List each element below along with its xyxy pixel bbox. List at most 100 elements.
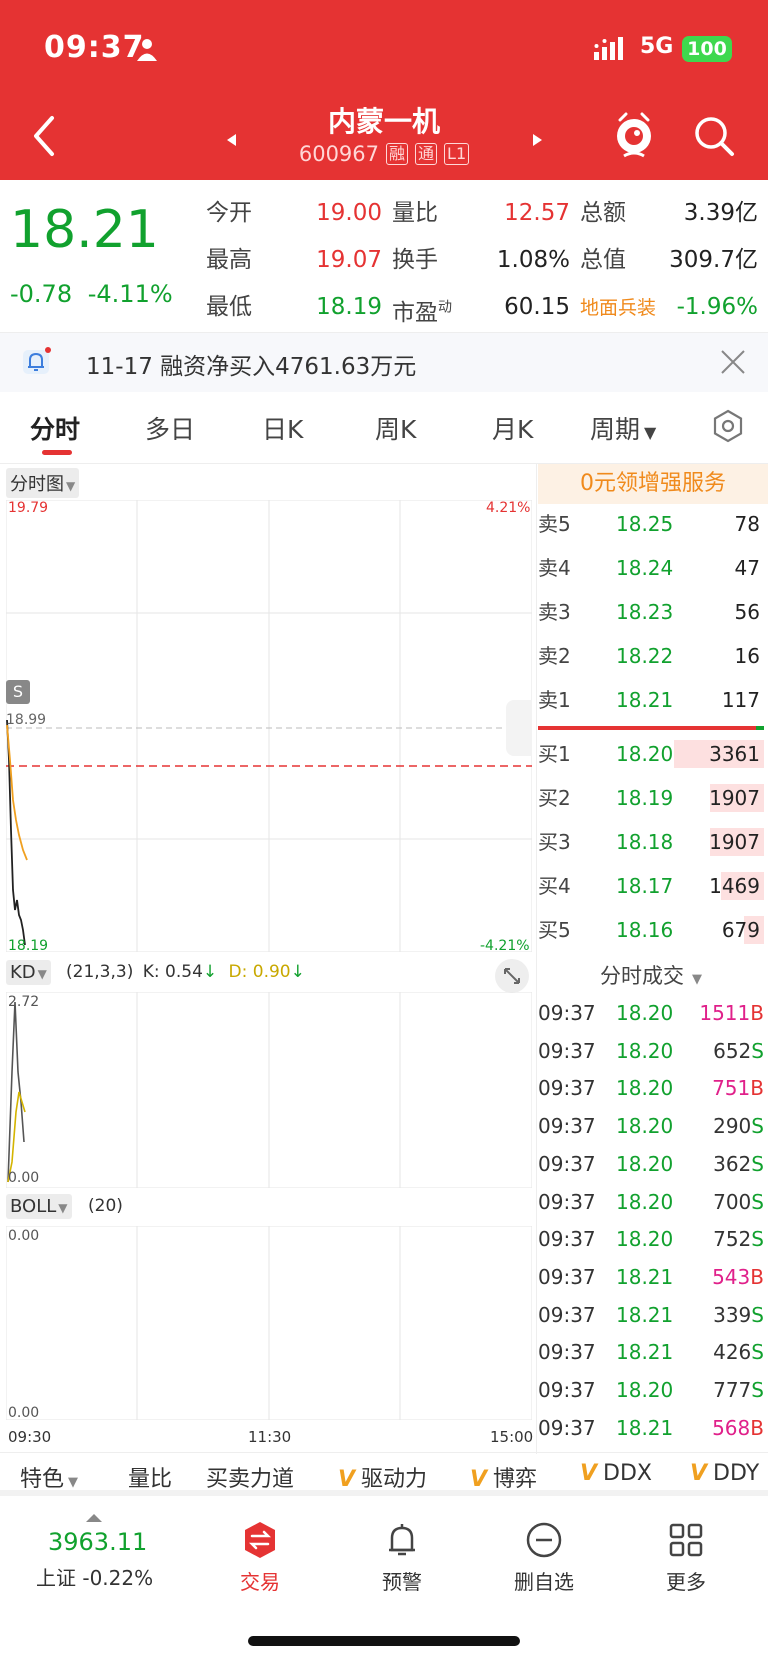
price-change: -0.78 -4.11% [10,280,173,308]
nav-trade[interactable]: 交易 [210,1520,310,1595]
value-pe: 60.15 [504,294,570,320]
trade-row: 09:37 18.21 426S [538,1340,764,1365]
chevron-down-icon: ▼ [37,967,47,981]
tab-monthly-k[interactable]: 月K [492,410,533,446]
value-low: 18.19 [316,294,382,320]
home-indicator[interactable] [248,1636,520,1646]
expand-up-icon[interactable] [86,1514,102,1522]
value-turnover: 1.08% [496,247,570,273]
bell-icon [389,1524,415,1556]
kd-dropdown[interactable]: KD ▼ [6,960,51,985]
chart-expand-handle[interactable] [506,700,532,756]
value-market-cap: 309.7亿 [669,247,758,273]
search-icon[interactable] [692,114,736,158]
change-value: -0.78 [10,280,73,308]
close-icon[interactable] [718,347,748,377]
trade-row: 09:37 18.20 290S [538,1114,764,1139]
tab-weekly-k[interactable]: 周K [375,410,416,446]
quote-col-3: 总额 3.39亿 总值 309.7亿 地面兵装 -1.96% [580,190,758,331]
stock-code: 600967 [298,142,380,166]
value-amount: 3.39亿 [683,200,758,226]
tab-underline [42,450,72,455]
nav-remove-watchlist[interactable]: 删自选 [494,1520,594,1595]
expand-icon[interactable] [494,958,530,994]
boll-chart [6,1226,532,1420]
boll-y-top: 0.00 [8,1228,40,1244]
index-label: 上证 -0.22% [36,1566,154,1590]
y-top-label: 19.79 [8,500,49,516]
bottom-nav: 3963.11 上证 -0.22% 交易 预警 删自选 更多 [0,1500,768,1663]
label-amount: 总额 [580,200,626,226]
tag-level: L1 [444,143,470,165]
tab-period[interactable]: 周期 ▼ [590,410,656,446]
trade-row: 09:37 18.21 339S [538,1302,764,1327]
pct-bottom-label: -4.21% [480,938,530,954]
trade-row: 09:37 18.20 751B [538,1076,764,1101]
ask-row: 卖4 18.24 47 [538,556,760,580]
nav-more[interactable]: 更多 [636,1520,736,1595]
label-open: 今开 [206,200,252,226]
indicator-feature[interactable]: 特色 ▼ [20,1461,78,1493]
chevron-down-icon: ▼ [692,972,702,987]
minus-circle-icon [526,1522,562,1558]
indicator-game[interactable]: V 博弈 [470,1461,537,1493]
nav-alert[interactable]: 预警 [352,1520,452,1595]
boll-dropdown[interactable]: BOLL ▼ [6,1194,72,1219]
grid-icon [669,1523,703,1557]
tab-daily-k[interactable]: 日K [262,410,303,446]
pct-top-label: 4.21% [486,500,531,516]
intraday-chart [6,500,532,952]
tab-multi-day[interactable]: 多日 [145,410,195,446]
value-high: 19.07 [316,247,382,273]
value-volume-ratio: 12.57 [504,200,570,226]
ask-row: 卖1 18.21 117 [538,688,760,712]
bid-row: 买3 18.18 1907 [538,820,764,864]
sell-marker[interactable]: S [6,680,30,704]
trades-header[interactable]: 分时成交 ▼ [538,960,764,990]
mascot-icon[interactable] [612,112,656,160]
bid-row: 买5 18.16 679 [538,908,764,952]
sector-link[interactable]: 地面兵装 [580,297,656,319]
trade-row: 09:37 18.20 777S [538,1378,764,1402]
change-percent: -4.11% [87,280,173,308]
ask-row: 卖5 18.25 78 [538,512,760,536]
tag-connect: 通 [415,143,438,165]
y-bottom-label: 18.19 [8,938,49,954]
promo-banner[interactable]: 0元领增强服务 [538,464,768,504]
tag-margin: 融 [386,143,409,165]
status-time: 09:37 [44,30,145,65]
trade-row: 09:37 18.20 700S [538,1189,764,1214]
ask-row: 卖2 18.22 16 [538,644,760,668]
indicator-volume-ratio[interactable]: 量比 [128,1461,172,1493]
quote-col-1: 今开 19.00 最高 19.07 最低 18.19 [206,190,382,331]
tab-intraday[interactable]: 分时 [30,410,80,446]
label-high: 最高 [206,247,252,273]
settings-hex-icon[interactable] [710,408,746,444]
chart-type-dropdown[interactable]: 分时图 ▼ [6,468,80,498]
indicator-buy-sell-power[interactable]: 买卖力道 [206,1461,294,1493]
trade-row: 09:37 18.20 1511B [538,1001,764,1025]
boll-y-bottom: 0.00 [8,1405,40,1421]
indicator-ddx[interactable]: V DDX [580,1461,652,1486]
boll-params: (20) [88,1196,123,1216]
battery-icon: 100 [682,36,732,62]
trade-row: 09:37 18.21 568B [538,1415,764,1440]
app-header: 09:37 5G 100 内蒙一机 600967 融 通 L1 [0,0,768,180]
quote-col-2: 量比 12.57 换手 1.08% 市盈动 60.15 [392,190,570,331]
notice-bar[interactable]: 11-17 融资净买入4761.63万元 [0,332,768,392]
network-label: 5G [640,34,674,59]
next-stock-icon[interactable] [533,134,542,146]
value-open: 19.00 [316,200,382,226]
v-icon: V [470,1467,488,1492]
person-icon [137,39,157,61]
v-icon: V [580,1461,598,1486]
kd-y-top: 2.72 [8,994,40,1010]
ask-row: 卖3 18.23 56 [538,600,760,624]
prev-close-label: 18.99 [6,712,47,728]
label-market-cap: 总值 [580,247,626,273]
bid-row: 买1 18.20 3361 [538,732,764,776]
indicator-driving-force[interactable]: V 驱动力 [338,1461,427,1493]
current-price: 18.21 [10,200,159,260]
index-value[interactable]: 3963.11 [48,1528,147,1556]
indicator-ddy[interactable]: V DDY [690,1461,759,1486]
